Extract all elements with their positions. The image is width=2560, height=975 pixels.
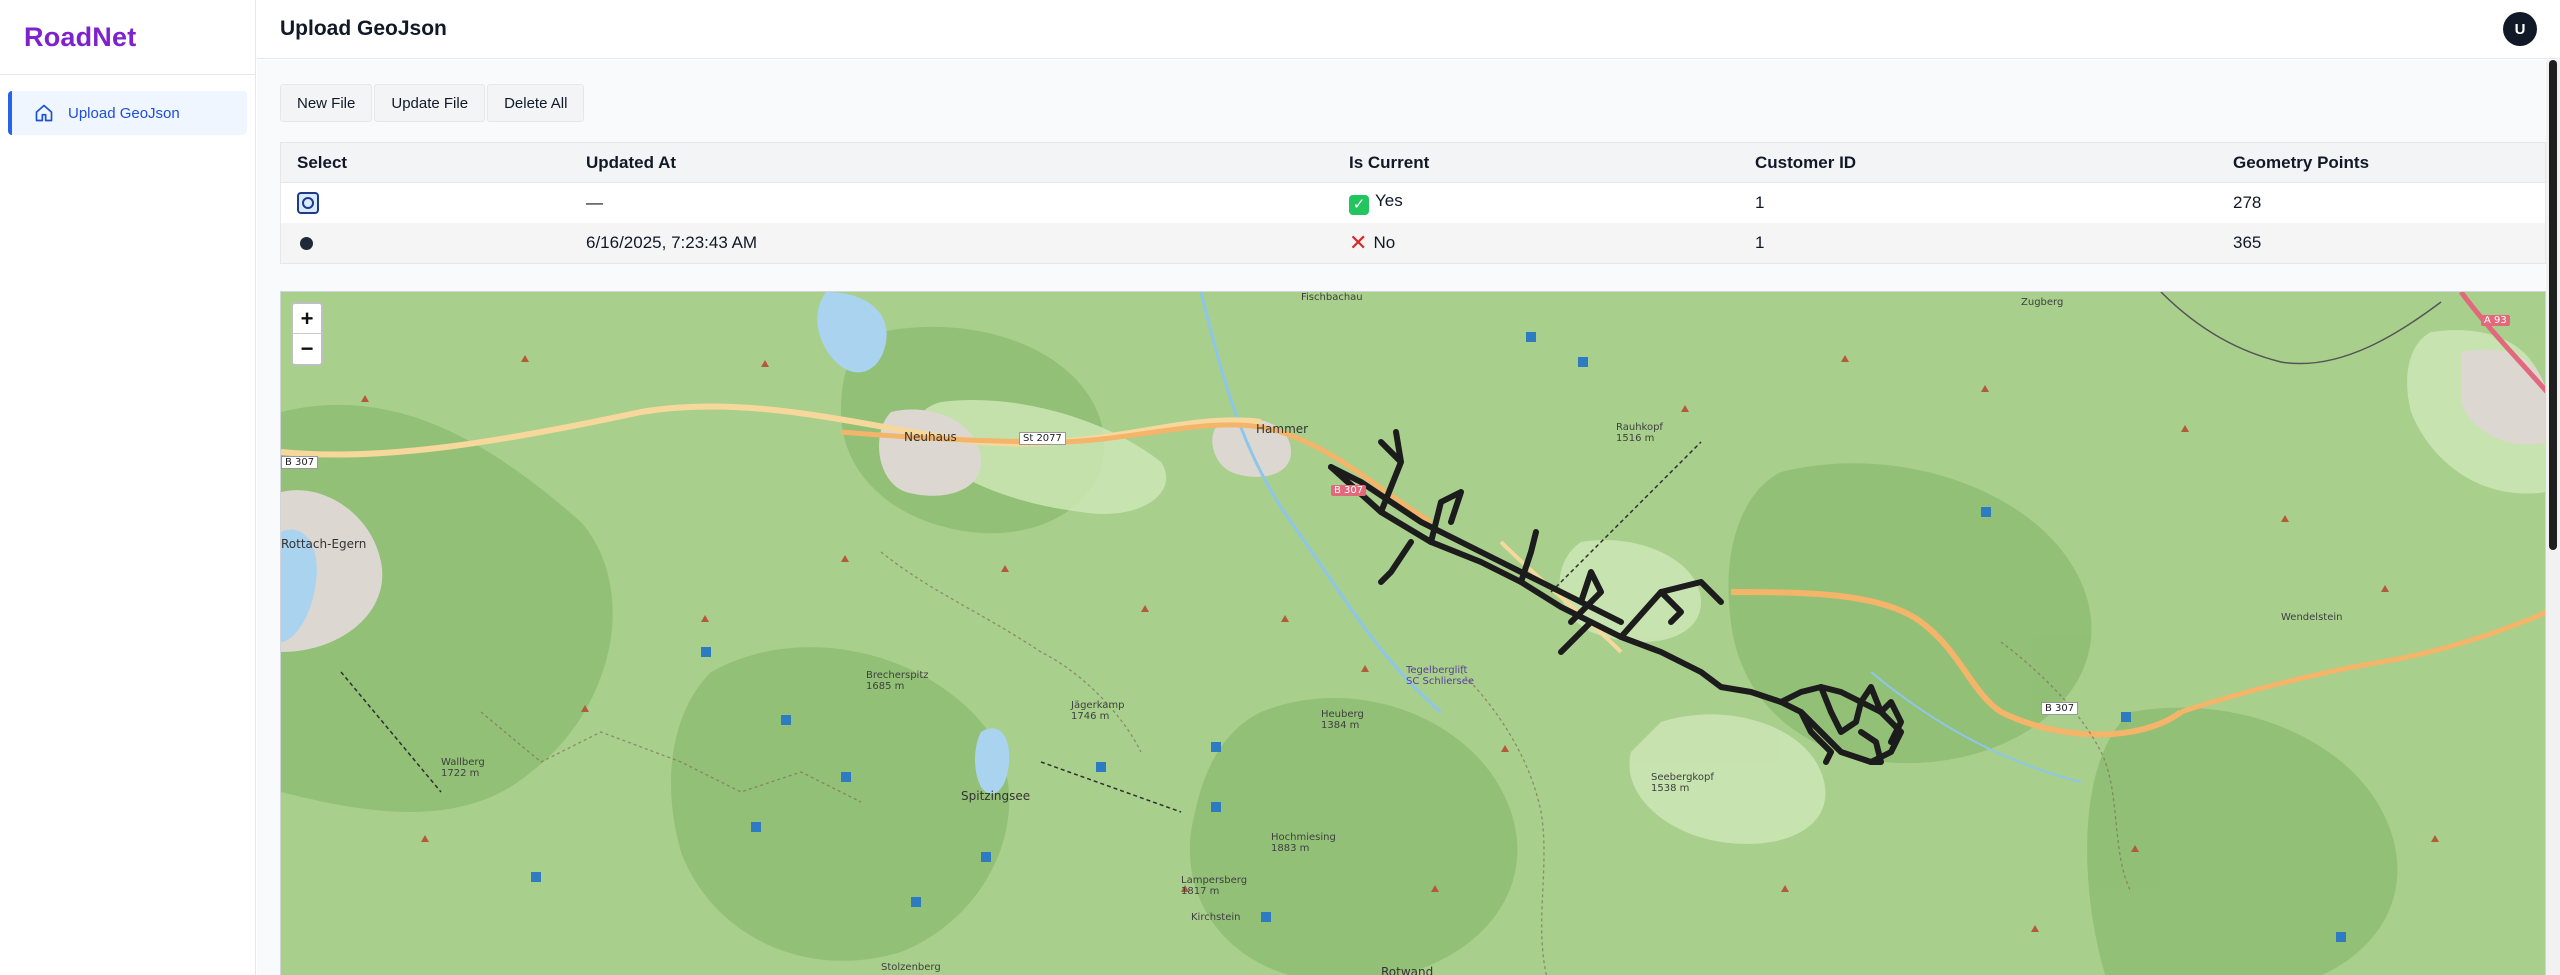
- select-cell: [281, 192, 586, 214]
- map-label-brecherspitz: Brecherspitz 1685 m: [866, 670, 929, 692]
- scrollbar-thumb[interactable]: [2549, 60, 2557, 550]
- map-label-spitzingsee: Spitzingsee: [961, 789, 1031, 803]
- column-header-select: Select: [297, 152, 348, 172]
- top-header: Upload GeoJson U: [257, 0, 2560, 59]
- updated-at-cell: 6/16/2025, 7:23:43 AM: [586, 233, 758, 252]
- updated-at-cell: —: [586, 193, 603, 212]
- table-row[interactable]: — ✓ Yes 1 278: [281, 183, 2545, 223]
- page-title: Upload GeoJson: [280, 17, 447, 40]
- map-label-st2077: St 2077: [1019, 432, 1066, 445]
- cross-mark-icon: ✕: [1349, 230, 1368, 255]
- table-row[interactable]: 6/16/2025, 7:23:43 AM ✕ No 1 365: [281, 223, 2545, 263]
- sidebar-nav: Upload GeoJson: [0, 75, 255, 151]
- map-label-seebergkopf: Seebergkopf 1538 m: [1651, 772, 1714, 794]
- map-label-b307-b: B 307: [281, 456, 319, 469]
- map-view[interactable]: Neuhaus Hammer Spitzingsee Rottach-Egern…: [280, 291, 2546, 975]
- map-label-wendelstein: Wendelstein: [2281, 612, 2343, 623]
- brand: RoadNet: [0, 0, 255, 75]
- is-current-cell: ✕ No: [1349, 230, 1755, 256]
- page-scrollbar[interactable]: [2546, 60, 2560, 975]
- row-select-radio[interactable]: [300, 236, 313, 250]
- map-label-wallberg: Wallberg 1722 m: [441, 757, 485, 779]
- map-label-b307-c: B 307: [2041, 702, 2079, 715]
- column-header-is-current: Is Current: [1349, 152, 1430, 172]
- customer-id-cell: 1: [1755, 193, 1765, 212]
- map-label-stolzenberg: Stolzenberg: [881, 962, 941, 973]
- geometry-points-cell: 278: [2233, 193, 2262, 212]
- is-current-text: Yes: [1375, 191, 1403, 210]
- map-label-heuberg: Heuberg 1384 m: [1321, 709, 1364, 731]
- user-avatar[interactable]: U: [2503, 12, 2537, 46]
- file-toolbar: New File Update File Delete All: [280, 84, 2546, 122]
- map-label-kirchstein: Kirchstein: [1191, 912, 1241, 923]
- row-select-radio-selected[interactable]: [297, 192, 319, 214]
- map-tiles: [281, 292, 2545, 975]
- map-label-hammer: Hammer: [1256, 422, 1309, 436]
- sidebar: RoadNet Upload GeoJson: [0, 0, 256, 975]
- app-root: RoadNet Upload GeoJson Upload GeoJson U …: [0, 0, 2560, 975]
- customer-id-cell: 1: [1755, 233, 1765, 252]
- new-file-button[interactable]: New File: [280, 84, 373, 122]
- column-header-customer-id: Customer ID: [1755, 152, 1857, 172]
- sidebar-item-label: Upload GeoJson: [68, 104, 180, 122]
- zoom-in-button[interactable]: +: [293, 304, 321, 334]
- map-label-hochmiesing: Hochmiesing 1883 m: [1271, 832, 1336, 854]
- map-label-rotwand: Rotwand: [1381, 965, 1434, 975]
- table-header-row: Select Updated At Is Current Customer ID…: [281, 143, 2545, 183]
- map-label-rottach-egern: Rottach-Egern: [281, 537, 367, 551]
- map-label-a93: A 93: [2481, 315, 2510, 326]
- map-zoom-control: + −: [291, 302, 323, 366]
- map-label-zugberg: Zugberg: [2021, 297, 2064, 308]
- brand-logo-text[interactable]: RoadNet: [24, 22, 136, 53]
- zoom-out-button[interactable]: −: [293, 334, 321, 364]
- check-mark-icon: ✓: [1349, 195, 1369, 215]
- delete-all-button[interactable]: Delete All: [487, 84, 585, 122]
- map-label-fischbachau: Fischbachau: [1301, 292, 1363, 303]
- map-label-tegelberg: Tegelberglift SC Schliersee: [1406, 665, 1475, 687]
- home-icon: [34, 103, 54, 123]
- column-header-updated-at: Updated At: [586, 152, 677, 172]
- map-label-lampersberg: Lampersberg 1817 m: [1181, 875, 1248, 897]
- map-label-b307-a: B 307: [1331, 485, 1367, 496]
- is-current-cell: ✓ Yes: [1349, 191, 1755, 215]
- select-cell: [281, 236, 586, 250]
- geometry-points-cell: 365: [2233, 233, 2262, 252]
- column-header-geometry-points: Geometry Points: [2233, 152, 2370, 172]
- main-content: New File Update File Delete All Select U…: [257, 60, 2546, 975]
- map-label-rauhkopf: Rauhkopf 1516 m: [1616, 422, 1663, 444]
- is-current-text: No: [1373, 233, 1396, 252]
- update-file-button[interactable]: Update File: [374, 84, 486, 122]
- sidebar-item-upload-geojson[interactable]: Upload GeoJson: [8, 91, 247, 135]
- map-label-jagerkamp: Jägerkamp 1746 m: [1071, 700, 1125, 722]
- geojson-files-table: Select Updated At Is Current Customer ID…: [280, 142, 2546, 264]
- map-label-neuhaus: Neuhaus: [904, 430, 957, 444]
